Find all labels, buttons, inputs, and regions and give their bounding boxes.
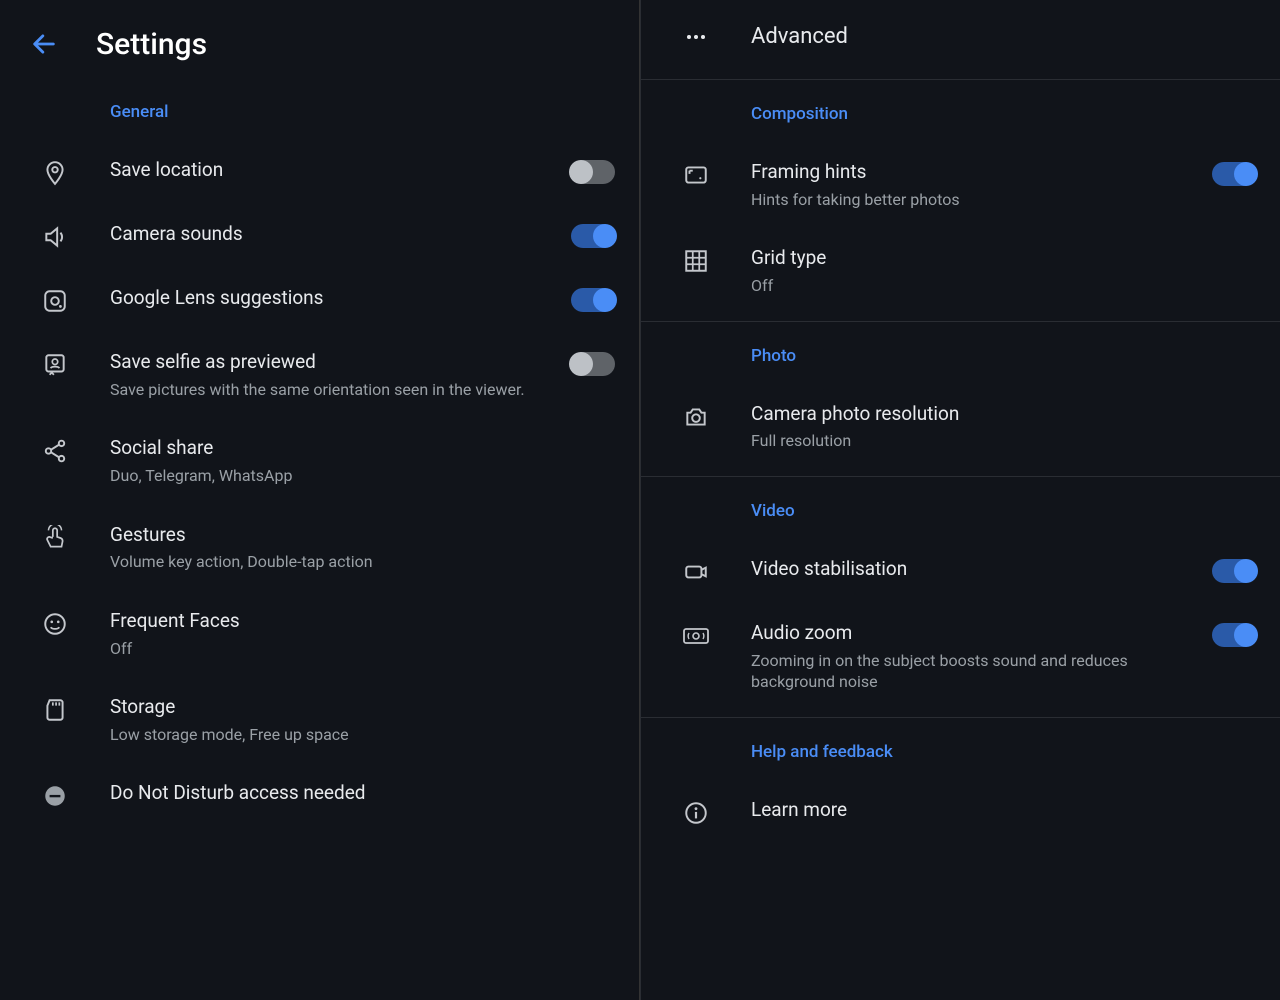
- label: Save location: [110, 158, 543, 183]
- label: Do Not Disturb access needed: [110, 781, 543, 806]
- section-video: Video: [641, 483, 1280, 539]
- lens-icon: [34, 286, 76, 314]
- video-icon: [675, 557, 717, 585]
- camera-icon: [675, 402, 717, 430]
- label: Storage: [110, 695, 543, 720]
- row-photo-resolution[interactable]: Camera photo resolution Full resolution: [641, 384, 1280, 470]
- label: Audio zoom: [751, 621, 1184, 646]
- row-social-share[interactable]: Social share Duo, Telegram, WhatsApp: [0, 418, 639, 504]
- row-learn-more[interactable]: Learn more: [641, 780, 1280, 844]
- audio-zoom-icon: [675, 621, 717, 649]
- advanced-title: Advanced: [751, 24, 848, 49]
- sublabel: Off: [110, 638, 543, 660]
- sublabel: Low storage mode, Free up space: [110, 724, 543, 746]
- sublabel: Off: [751, 275, 1184, 297]
- row-google-lens[interactable]: Google Lens suggestions: [0, 268, 639, 332]
- divider: [641, 79, 1280, 80]
- more-icon[interactable]: [675, 25, 717, 49]
- section-composition: Composition: [641, 86, 1280, 142]
- divider: [641, 476, 1280, 477]
- dnd-icon: [34, 781, 76, 809]
- sublabel: Full resolution: [751, 430, 1184, 452]
- grid-icon: [675, 246, 717, 274]
- toggle-audio-zoom[interactable]: [1212, 623, 1256, 647]
- row-audio-zoom[interactable]: Audio zoom Zooming in on the subject boo…: [641, 603, 1280, 711]
- settings-pane: Settings General Save location Camera so…: [0, 0, 640, 1000]
- row-framing-hints[interactable]: Framing hints Hints for taking better ph…: [641, 142, 1280, 228]
- row-camera-sounds[interactable]: Camera sounds: [0, 204, 639, 268]
- row-video-stabilisation[interactable]: Video stabilisation: [641, 539, 1280, 603]
- toggle-save-location[interactable]: [571, 160, 615, 184]
- label: Camera sounds: [110, 222, 543, 247]
- section-help: Help and feedback: [641, 724, 1280, 780]
- info-icon: [675, 798, 717, 826]
- selfie-icon: [34, 350, 76, 378]
- face-icon: [34, 609, 76, 637]
- row-frequent-faces[interactable]: Frequent Faces Off: [0, 591, 639, 677]
- divider: [641, 717, 1280, 718]
- sublabel: Duo, Telegram, WhatsApp: [110, 465, 543, 487]
- location-pin-icon: [34, 158, 76, 186]
- label: Learn more: [751, 798, 1184, 823]
- row-save-selfie[interactable]: Save selfie as previewed Save pictures w…: [0, 332, 639, 418]
- label: Video stabilisation: [751, 557, 1184, 582]
- settings-header: Settings: [0, 0, 639, 84]
- toggle-camera-sounds[interactable]: [571, 224, 615, 248]
- row-save-location[interactable]: Save location: [0, 140, 639, 204]
- gesture-icon: [34, 523, 76, 551]
- label: Social share: [110, 436, 543, 461]
- label: Grid type: [751, 246, 1184, 271]
- framing-icon: [675, 160, 717, 188]
- toggle-google-lens[interactable]: [571, 288, 615, 312]
- arrow-left-icon: [30, 30, 58, 58]
- sublabel: Volume key action, Double-tap action: [110, 551, 543, 573]
- section-photo: Photo: [641, 328, 1280, 384]
- label: Camera photo resolution: [751, 402, 1184, 427]
- share-icon: [34, 436, 76, 464]
- sd-card-icon: [34, 695, 76, 723]
- label: Gestures: [110, 523, 543, 548]
- row-storage[interactable]: Storage Low storage mode, Free up space: [0, 677, 639, 763]
- page-title: Settings: [96, 27, 207, 62]
- row-grid-type[interactable]: Grid type Off: [641, 228, 1280, 314]
- label: Google Lens suggestions: [110, 286, 543, 311]
- sound-icon: [34, 222, 76, 250]
- back-button[interactable]: [24, 24, 64, 64]
- label: Frequent Faces: [110, 609, 543, 634]
- advanced-header: Advanced: [641, 0, 1280, 73]
- toggle-framing-hints[interactable]: [1212, 162, 1256, 186]
- label: Framing hints: [751, 160, 1184, 185]
- toggle-save-selfie[interactable]: [571, 352, 615, 376]
- sublabel: Save pictures with the same orientation …: [110, 379, 543, 401]
- sublabel: Zooming in on the subject boosts sound a…: [751, 650, 1184, 693]
- toggle-video-stabilisation[interactable]: [1212, 559, 1256, 583]
- label: Save selfie as previewed: [110, 350, 543, 375]
- row-gestures[interactable]: Gestures Volume key action, Double-tap a…: [0, 505, 639, 591]
- advanced-pane: Advanced Composition Framing hints Hints…: [640, 0, 1280, 1000]
- section-general: General: [0, 84, 639, 140]
- divider: [641, 321, 1280, 322]
- row-dnd[interactable]: Do Not Disturb access needed: [0, 763, 639, 827]
- sublabel: Hints for taking better photos: [751, 189, 1184, 211]
